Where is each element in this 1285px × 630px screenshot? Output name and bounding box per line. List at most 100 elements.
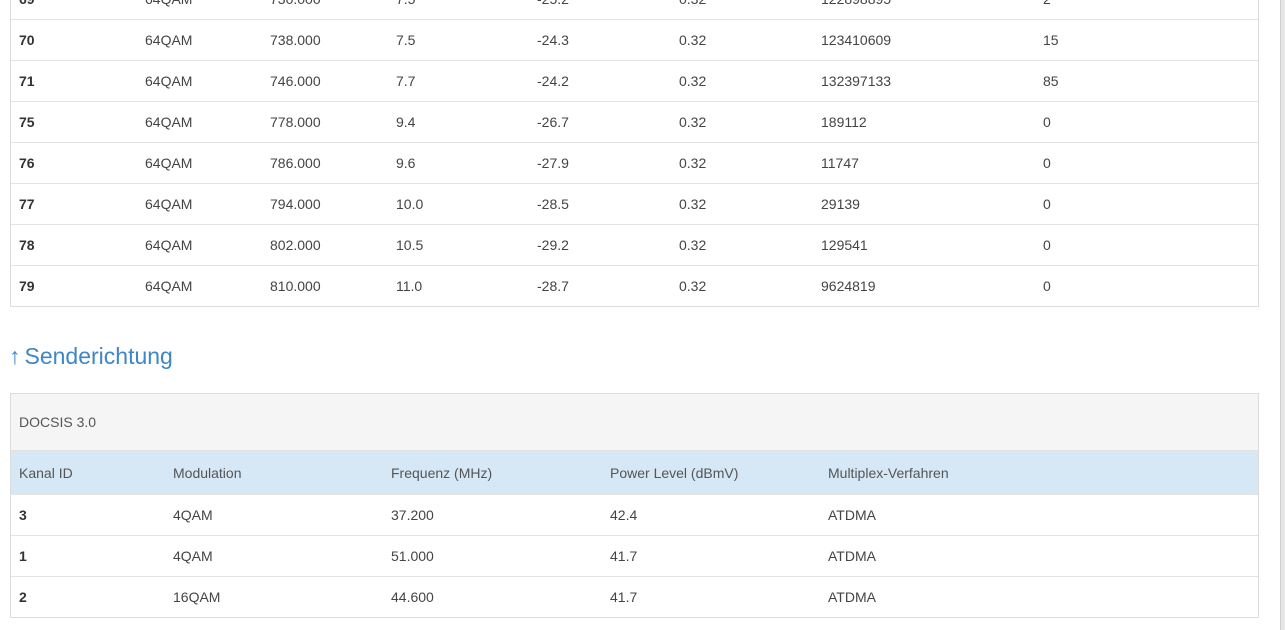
latency: 0.32 — [679, 32, 707, 48]
section-title-text: Senderichtung — [24, 343, 173, 369]
section-title-upstream: ↑ Senderichtung — [9, 340, 173, 372]
power-level: 10.5 — [396, 237, 424, 253]
frequency: 802.000 — [270, 237, 321, 253]
table-header: Kanal ID Modulation Frequenz (MHz) Power… — [11, 451, 1258, 494]
header-channel-id: Kanal ID — [19, 465, 73, 481]
modulation: 64QAM — [145, 278, 193, 294]
uncorrectable-errors: 85 — [1043, 73, 1059, 89]
frequency: 730.000 — [270, 0, 321, 19]
header-multiplex: Multiplex-Verfahren — [828, 465, 949, 481]
latency: 0.32 — [679, 114, 707, 130]
modulation: 4QAM — [173, 548, 213, 564]
channel-id: 79 — [19, 278, 35, 294]
channel-id: 76 — [19, 155, 35, 171]
uncorrectable-errors: 2 — [1043, 0, 1051, 19]
header-frequency: Frequenz (MHz) — [391, 465, 493, 481]
docsis-version-label: DOCSIS 3.0 — [19, 414, 97, 430]
channel-id: 1 — [19, 548, 27, 564]
power-level: 7.5 — [396, 32, 416, 48]
table-row: 69 64QAM 730.000 7.5 -25.2 0.32 12289889… — [11, 0, 1258, 19]
modulation: 64QAM — [145, 196, 193, 212]
mse: -29.2 — [537, 237, 569, 253]
channel-id: 2 — [19, 589, 27, 605]
table-row: 2 16QAM 44.600 41.7 ATDMA — [11, 576, 1258, 617]
corrected-errors: 123410609 — [821, 32, 892, 48]
multiplex: ATDMA — [828, 548, 876, 564]
table-row: 3 4QAM 37.200 42.4 ATDMA — [11, 494, 1258, 535]
page-scrollbar[interactable] — [1280, 0, 1285, 630]
modulation: 64QAM — [145, 73, 193, 89]
modulation: 16QAM — [173, 589, 221, 605]
frequency: 738.000 — [270, 32, 321, 48]
power-level: 42.4 — [610, 507, 638, 523]
multiplex: ATDMA — [828, 507, 876, 523]
upstream-table: DOCSIS 3.0 Kanal ID Modulation Frequenz … — [10, 393, 1259, 618]
uncorrectable-errors: 0 — [1043, 155, 1051, 171]
uncorrectable-errors: 0 — [1043, 278, 1051, 294]
uncorrectable-errors: 0 — [1043, 237, 1051, 253]
channel-id: 75 — [19, 114, 35, 130]
header-power-level: Power Level (dBmV) — [610, 465, 739, 481]
corrected-errors: 122898895 — [821, 0, 891, 19]
frequency: 51.000 — [391, 548, 434, 564]
latency: 0.32 — [679, 0, 706, 19]
corrected-errors: 132397133 — [821, 73, 892, 89]
power-level: 7.5 — [396, 0, 415, 19]
uncorrectable-errors: 15 — [1043, 32, 1059, 48]
corrected-errors: 9624819 — [821, 278, 876, 294]
table-row: 70 64QAM 738.000 7.5 -24.3 0.32 12341060… — [11, 19, 1258, 60]
modulation: 64QAM — [145, 114, 193, 130]
power-level: 10.0 — [396, 196, 424, 212]
mse: -24.2 — [537, 73, 569, 89]
table-row: 78 64QAM 802.000 10.5 -29.2 0.32 129541 … — [11, 224, 1258, 265]
frequency: 794.000 — [270, 196, 321, 212]
table-caption: DOCSIS 3.0 — [11, 394, 1258, 451]
frequency: 810.000 — [270, 278, 321, 294]
frequency: 37.200 — [391, 507, 434, 523]
channel-id: 71 — [19, 73, 35, 89]
modulation: 4QAM — [173, 507, 213, 523]
latency: 0.32 — [679, 73, 707, 89]
frequency: 786.000 — [270, 155, 321, 171]
mse: -27.9 — [537, 155, 569, 171]
downstream-table: 69 64QAM 730.000 7.5 -25.2 0.32 12289889… — [10, 0, 1259, 307]
table-row: 71 64QAM 746.000 7.7 -24.2 0.32 13239713… — [11, 60, 1258, 101]
frequency: 778.000 — [270, 114, 321, 130]
corrected-errors: 11747 — [821, 155, 859, 171]
mse: -28.5 — [537, 196, 569, 212]
table-row: 79 64QAM 810.000 11.0 -28.7 0.32 9624819… — [11, 265, 1258, 306]
frequency: 746.000 — [270, 73, 321, 89]
mse: -24.3 — [537, 32, 569, 48]
frequency: 44.600 — [391, 589, 434, 605]
channel-id: 78 — [19, 237, 35, 253]
power-level: 9.4 — [396, 114, 416, 130]
corrected-errors: 29139 — [821, 196, 860, 212]
latency: 0.32 — [679, 278, 707, 294]
mse: -28.7 — [537, 278, 569, 294]
power-level: 41.7 — [610, 548, 638, 564]
channel-id: 77 — [19, 196, 35, 212]
latency: 0.32 — [679, 196, 707, 212]
modulation: 64QAM — [145, 32, 193, 48]
mse: -26.7 — [537, 114, 569, 130]
table-row: 76 64QAM 786.000 9.6 -27.9 0.32 11747 0 — [11, 142, 1258, 183]
channel-id: 3 — [19, 507, 27, 523]
power-level: 9.6 — [396, 155, 416, 171]
uncorrectable-errors: 0 — [1043, 114, 1051, 130]
modulation: 64QAM — [145, 155, 193, 171]
channel-id: 69 — [19, 0, 35, 19]
multiplex: ATDMA — [828, 589, 876, 605]
power-level: 41.7 — [610, 589, 638, 605]
table-row: 75 64QAM 778.000 9.4 -26.7 0.32 189112 0 — [11, 101, 1258, 142]
latency: 0.32 — [679, 237, 707, 253]
modulation: 64QAM — [145, 237, 193, 253]
table-row: 1 4QAM 51.000 41.7 ATDMA — [11, 535, 1258, 576]
arrow-up-icon: ↑ — [9, 343, 21, 369]
mse: -25.2 — [537, 0, 569, 19]
corrected-errors: 189112 — [821, 114, 867, 130]
uncorrectable-errors: 0 — [1043, 196, 1051, 212]
power-level: 7.7 — [396, 73, 416, 89]
modulation: 64QAM — [145, 0, 192, 19]
channel-id: 70 — [19, 32, 35, 48]
corrected-errors: 129541 — [821, 237, 868, 253]
